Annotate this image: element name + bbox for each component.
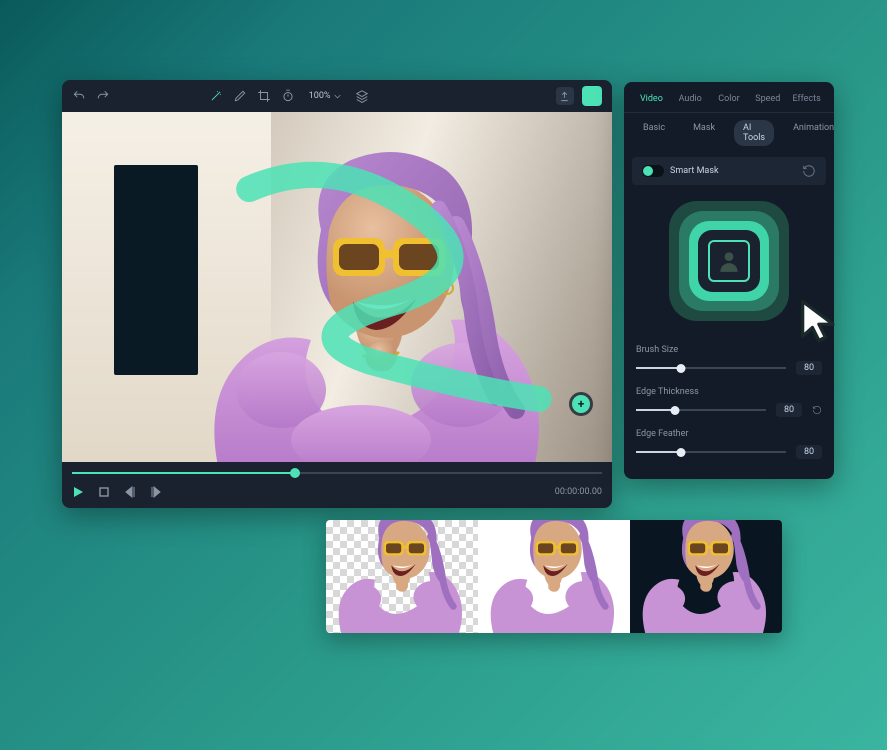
share-button[interactable] — [556, 87, 574, 105]
playbar: 00:00:00.00 — [62, 462, 612, 508]
smart-mask-big-button[interactable] — [624, 189, 834, 339]
thumb-transparent[interactable] — [326, 520, 478, 633]
tab-animation[interactable]: Animation — [784, 120, 843, 146]
smart-mask-row: Smart Mask — [632, 157, 826, 185]
video-editor-window: 100% — [62, 80, 612, 508]
brush-size-slider[interactable] — [636, 362, 786, 374]
tab-effects[interactable]: Effects — [787, 90, 826, 108]
crop-icon[interactable] — [257, 89, 271, 103]
edge-feather-value[interactable]: 80 — [796, 445, 822, 459]
redo-icon[interactable] — [96, 89, 110, 103]
person-focus-icon — [716, 248, 742, 274]
brush-size-value[interactable]: 80 — [796, 361, 822, 375]
result-thumbnails — [326, 520, 782, 633]
pen-icon[interactable] — [233, 89, 247, 103]
tab-color[interactable]: Color — [710, 90, 749, 108]
thumb-white-bg[interactable] — [478, 520, 630, 633]
reset-icon[interactable] — [812, 405, 822, 415]
cursor-icon — [794, 295, 846, 347]
toolbar: 100% — [62, 80, 612, 112]
video-canvas[interactable]: + — [62, 112, 612, 462]
avatar[interactable] — [582, 86, 602, 106]
frame-forward-icon[interactable] — [150, 486, 162, 498]
tab-speed[interactable]: Speed — [748, 90, 787, 108]
timecode: 00:00:00.00 — [555, 487, 602, 497]
reset-icon[interactable] — [802, 164, 816, 178]
tabs-secondary: Basic Mask AI Tools Animation — [624, 113, 834, 153]
properties-panel: Video Audio Color Speed Effects Basic Ma… — [624, 82, 834, 479]
edge-feather-slider[interactable] — [636, 446, 786, 458]
tab-basic[interactable]: Basic — [634, 120, 674, 146]
magic-wand-icon[interactable] — [209, 89, 223, 103]
zoom-level[interactable]: 100% — [305, 89, 345, 103]
smart-mask-toggle[interactable] — [642, 165, 664, 177]
tab-mask[interactable]: Mask — [684, 120, 724, 146]
undo-icon[interactable] — [72, 89, 86, 103]
edge-thickness-slider[interactable] — [636, 404, 766, 416]
tabs-primary: Video Audio Color Speed Effects — [624, 82, 834, 113]
tab-audio[interactable]: Audio — [671, 90, 710, 108]
slider-edge-feather: Edge Feather 80 — [624, 423, 834, 465]
timer-icon[interactable] — [281, 89, 295, 103]
slider-edge-thickness: Edge Thickness 80 — [624, 381, 834, 423]
smart-mask-label: Smart Mask — [670, 166, 719, 176]
layers-icon[interactable] — [355, 89, 369, 103]
thumb-dark-bg[interactable] — [630, 520, 782, 633]
edge-thickness-value[interactable]: 80 — [776, 403, 802, 417]
tab-ai-tools[interactable]: AI Tools — [734, 120, 774, 146]
scrub-bar[interactable] — [72, 466, 602, 480]
play-icon[interactable] — [72, 486, 84, 498]
canvas-person — [106, 130, 612, 463]
tab-video[interactable]: Video — [632, 90, 671, 108]
frame-back-icon[interactable] — [124, 486, 136, 498]
stop-icon[interactable] — [98, 486, 110, 498]
brush-endpoint-add[interactable]: + — [572, 395, 590, 413]
